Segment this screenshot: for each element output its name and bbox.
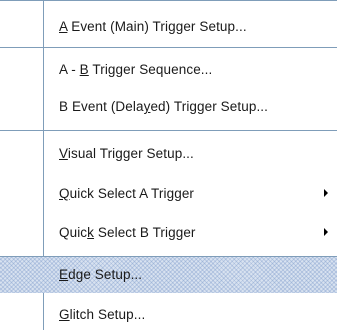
menu-item-glitch-setup[interactable]: Glitch Setup...	[0, 297, 337, 330]
menu-separator	[0, 47, 337, 48]
menu-item-label: B Event (Delayed) Trigger Setup...	[59, 99, 269, 114]
menu-item-edge-setup[interactable]: Edge Setup...	[0, 257, 337, 293]
submenu-arrow-icon	[324, 228, 328, 236]
submenu-arrow-icon	[324, 189, 328, 197]
menu-item-label: Edge Setup...	[59, 267, 143, 282]
menu-item-quick-select-a-trigger[interactable]: Quick Select A Trigger	[0, 176, 337, 212]
menu-item-label: Quick Select B Trigger	[59, 225, 196, 240]
menu-item-quick-select-b-trigger[interactable]: Quick Select B Trigger	[0, 215, 337, 251]
menu-item-label: Visual Trigger Setup...	[59, 146, 194, 161]
menu-item-label: Glitch Setup...	[59, 307, 146, 322]
menu-item-label: Quick Select A Trigger	[59, 186, 195, 201]
trigger-context-menu: A Event (Main) Trigger Setup... A - B Tr…	[0, 0, 337, 330]
menu-item-ab-trigger-sequence[interactable]: A - B Trigger Sequence...	[0, 52, 337, 88]
menu-separator	[0, 130, 337, 131]
menu-item-b-event-trigger-setup[interactable]: B Event (Delayed) Trigger Setup...	[0, 89, 337, 125]
menu-item-a-event-trigger-setup[interactable]: A Event (Main) Trigger Setup...	[0, 9, 337, 45]
menu-item-label: A - B Trigger Sequence...	[59, 62, 213, 77]
menu-top-border	[0, 0, 337, 1]
menu-item-label: A Event (Main) Trigger Setup...	[59, 19, 247, 34]
menu-item-visual-trigger-setup[interactable]: Visual Trigger Setup...	[0, 136, 337, 172]
